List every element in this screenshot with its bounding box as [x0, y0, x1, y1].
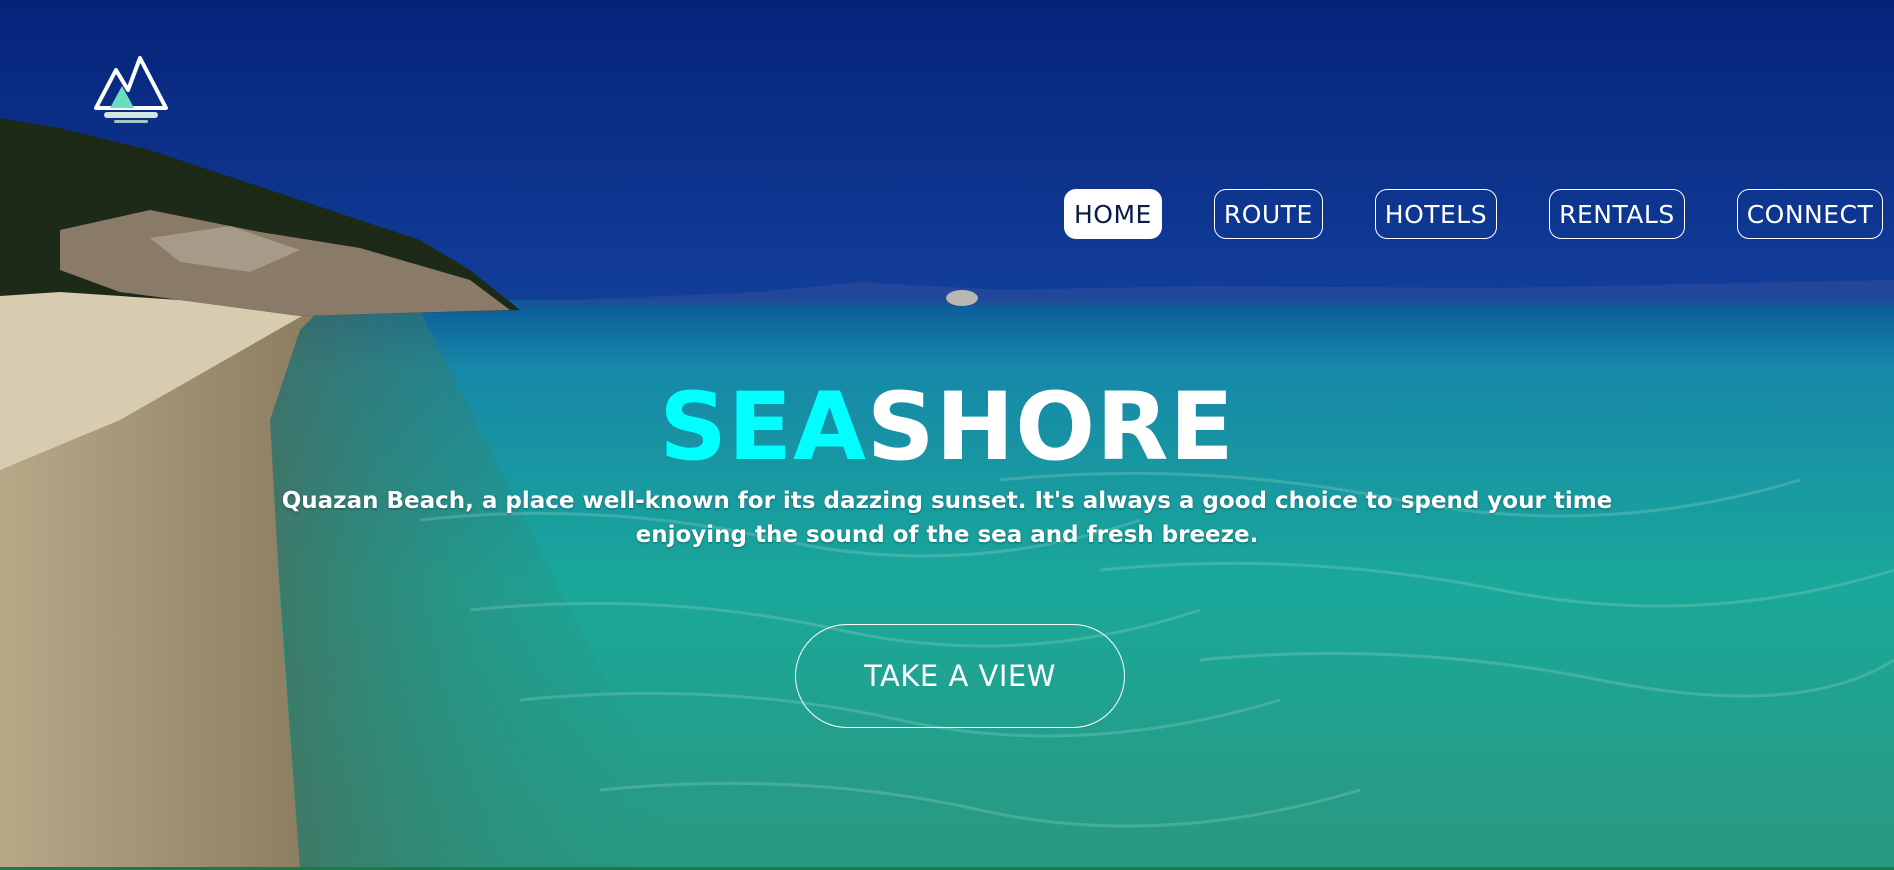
nav-item-rentals[interactable]: RENTALS: [1549, 189, 1685, 239]
nav-item-connect[interactable]: CONNECT: [1736, 189, 1884, 239]
take-a-view-button[interactable]: TAKE A VIEW: [795, 624, 1125, 728]
mountain-logo-icon[interactable]: [88, 50, 174, 128]
hero-section: HOME ROUTE HOTELS RENTALS CONNECT SEASHO…: [0, 0, 1894, 870]
hero-title-main: SHORE: [866, 373, 1235, 482]
main-nav: HOME ROUTE HOTELS RENTALS CONNECT: [1064, 189, 1884, 241]
nav-item-home[interactable]: HOME: [1064, 189, 1162, 239]
hero-title-accent: SEA: [659, 373, 867, 482]
hero-title: SEASHORE: [0, 378, 1894, 478]
hero-description: Quazan Beach, a place well-known for its…: [281, 488, 1613, 548]
nav-item-hotels[interactable]: HOTELS: [1374, 189, 1498, 239]
nav-item-route[interactable]: ROUTE: [1213, 189, 1323, 239]
